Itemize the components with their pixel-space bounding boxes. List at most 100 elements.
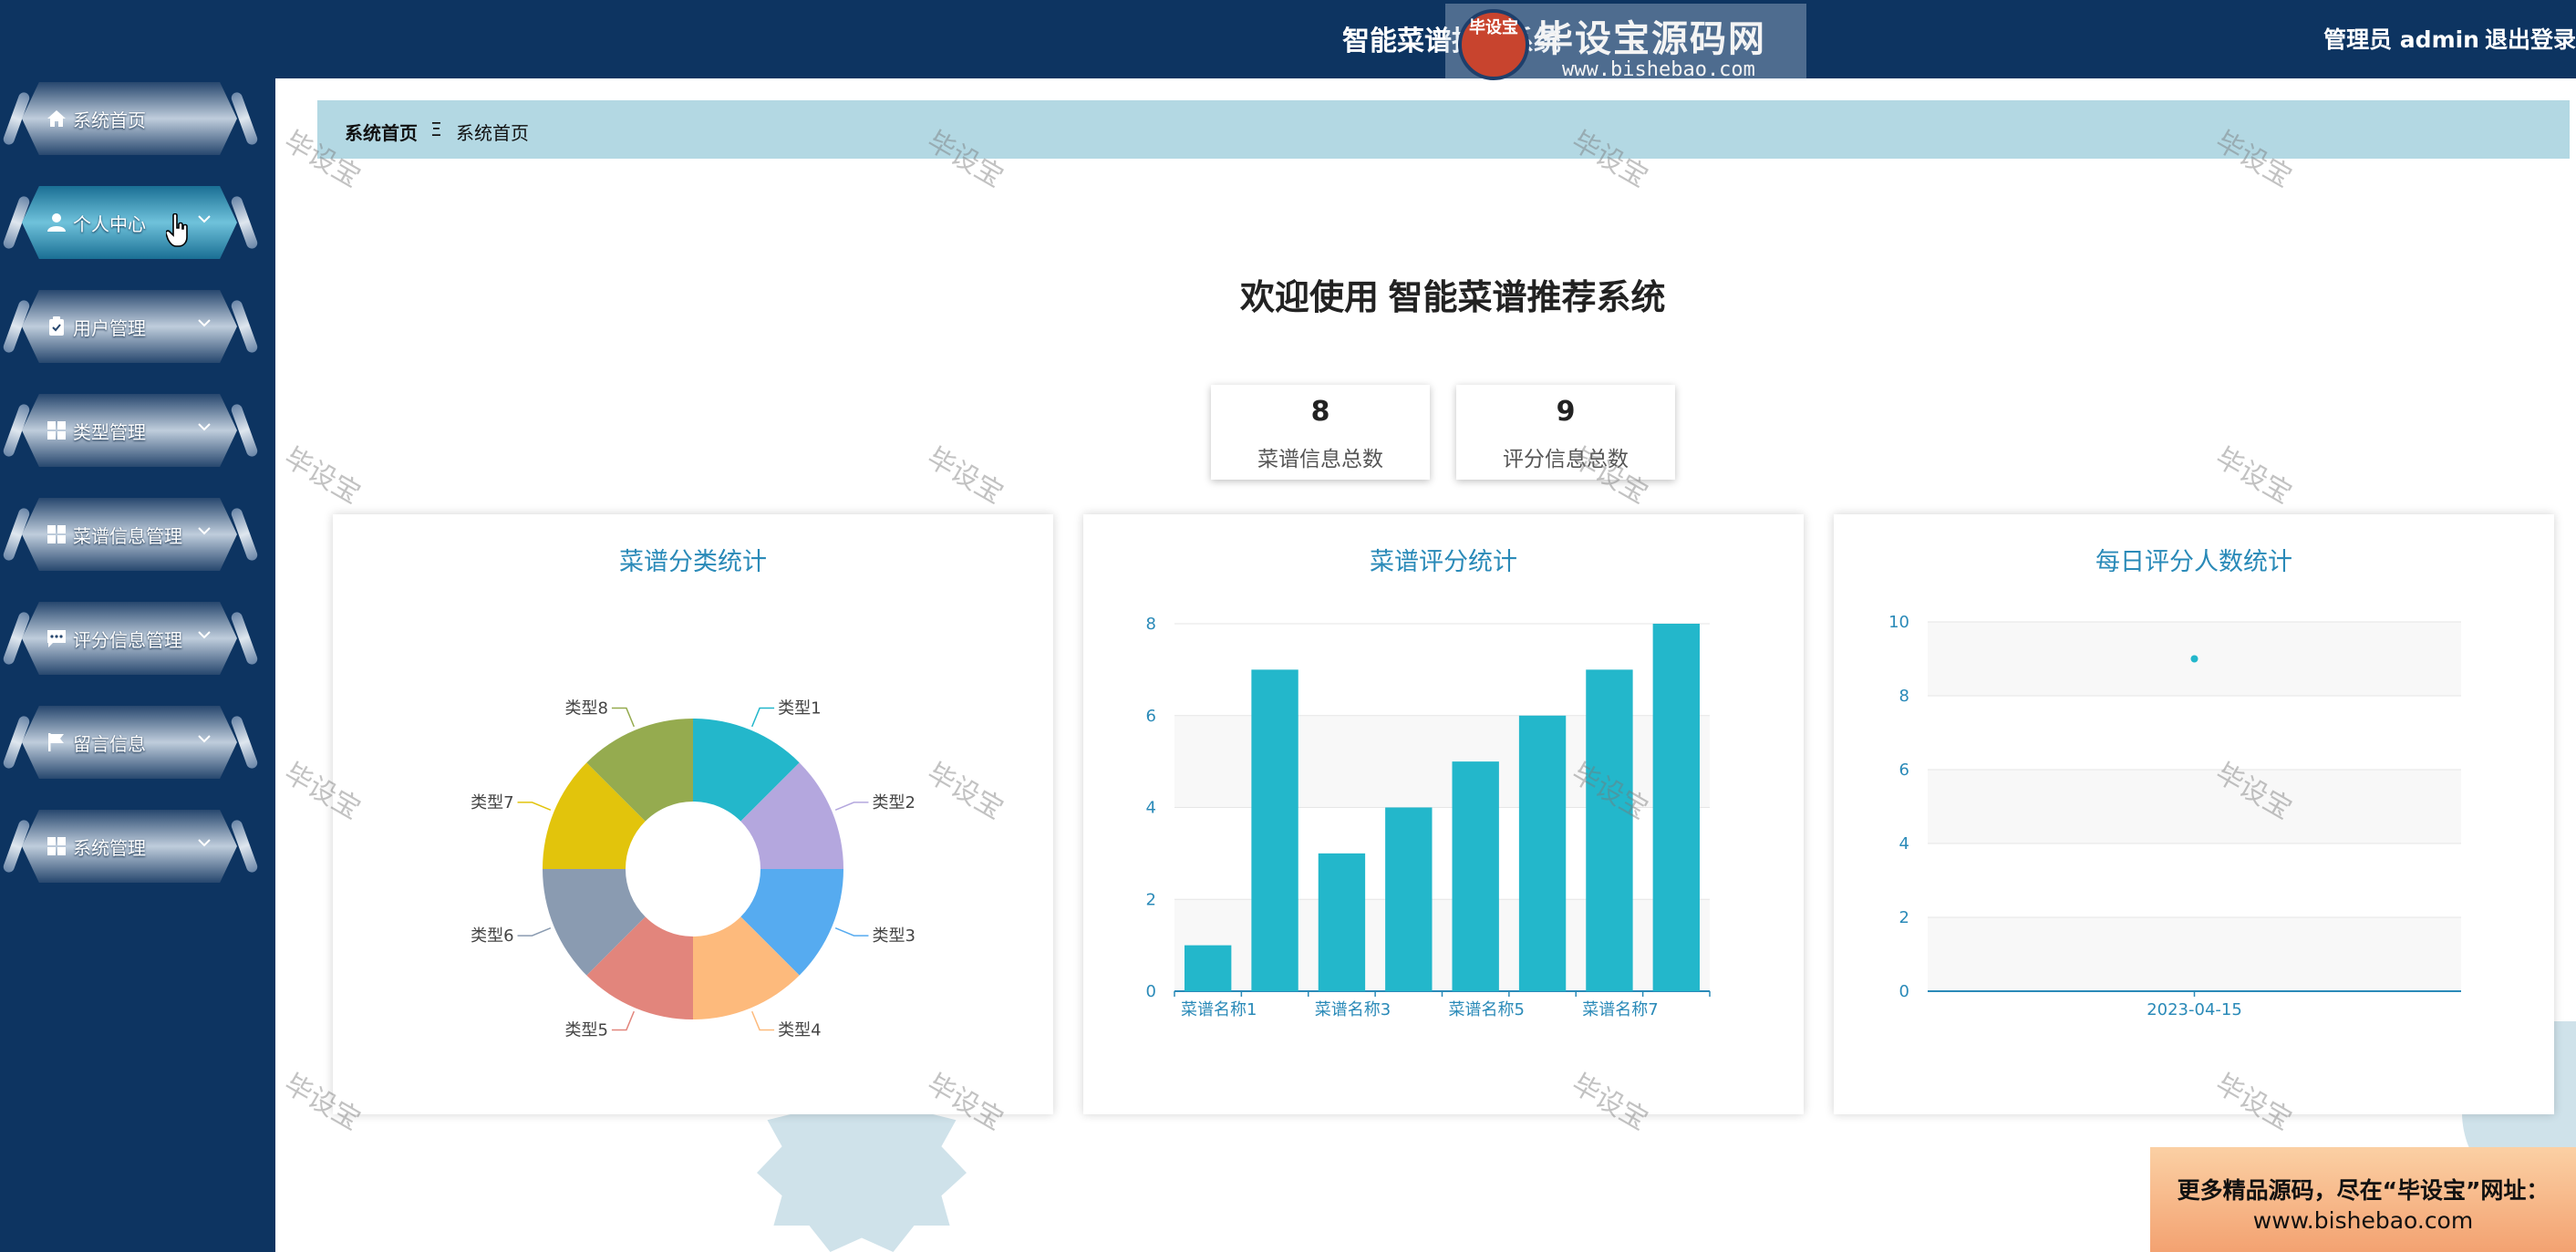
welcome-title: 欢迎使用 智能菜谱推荐系统 [1240, 279, 1666, 317]
pie-label: 类型1 [778, 699, 821, 719]
data-point[interactable] [2190, 655, 2198, 663]
pie-label-line [517, 802, 552, 812]
chat-icon [47, 630, 66, 647]
chart-card-category: 菜谱分类统计 类型1 类型2 类型3 类型4 类型5 类型6 类型7 类型8 [333, 514, 1053, 1114]
chevron-down-icon [198, 527, 211, 535]
daily-chart: 0 2 4 6 8 10 2023-04-15 [1888, 613, 2461, 1019]
pie-label: 类型7 [471, 793, 513, 812]
ad-text: 更多精品源码，尽在“毕设宝”网址： [2177, 1177, 2550, 1204]
stat-label: 评分信息总数 [1503, 448, 1629, 471]
breadcrumb-root[interactable]: 系统首页 [345, 119, 418, 145]
pie-label: 类型6 [471, 926, 513, 946]
sidebar-item-label: 用户管理 [73, 317, 146, 339]
home-icon [47, 110, 66, 127]
logout-link[interactable]: 退出登录 [2485, 26, 2576, 53]
grid-icon [47, 525, 66, 543]
pie-label: 类型5 [564, 1020, 607, 1040]
x-tick-label: 菜谱名称3 [1315, 1000, 1391, 1019]
pie-label: 类型8 [564, 699, 607, 719]
sidebar-item-1[interactable]: 系统首页 [22, 82, 237, 155]
chevron-down-icon [198, 423, 211, 431]
x-tick-label: 2023-04-15 [2147, 1000, 2242, 1019]
x-tick-label: 菜谱名称7 [1582, 1000, 1658, 1019]
bar[interactable] [1185, 945, 1232, 991]
y-tick-label: 10 [1888, 613, 1909, 632]
grid-icon [47, 837, 66, 855]
y-tick-label: 4 [1146, 799, 1156, 818]
breadcrumb: 系统首页 Ξ 系统首页 [317, 100, 2570, 159]
bar[interactable] [1586, 669, 1633, 991]
grid-band [1928, 770, 2461, 843]
sidebar-item-5[interactable]: 菜谱信息管理 [22, 498, 237, 571]
grid-icon [47, 421, 66, 440]
sidebar-item-label: 系统管理 [73, 837, 146, 859]
chevron-down-icon [198, 735, 211, 743]
sidebar-item-label: 留言信息 [73, 733, 146, 755]
pie-label: 类型2 [872, 793, 915, 812]
chevron-down-icon [198, 215, 211, 223]
pie-label-line [611, 707, 636, 728]
pie-label-line [611, 1010, 636, 1031]
sidebar-item-3[interactable]: 用户管理 [22, 290, 237, 363]
stat-card-ratings: 9 评分信息总数 [1456, 385, 1675, 480]
bar[interactable] [1251, 669, 1298, 991]
watermark-text: 毕设宝 [278, 441, 366, 511]
chevron-down-icon [198, 839, 211, 847]
sidebar-item-6[interactable]: 评分信息管理 [22, 602, 237, 675]
y-tick-label: 2 [1899, 908, 1909, 927]
chevron-down-icon [198, 631, 211, 639]
clipboard-icon [49, 316, 64, 336]
y-tick-label: 2 [1146, 890, 1156, 909]
stat-value: 8 [1310, 396, 1330, 428]
y-tick-label: 0 [1899, 982, 1909, 1001]
watermark-text: 毕设宝 [921, 441, 1009, 511]
sidebar-item-4[interactable]: 类型管理 [22, 394, 237, 467]
sidebar-item-2[interactable]: 个人中心 [22, 186, 237, 259]
breadcrumb-current: 系统首页 [456, 122, 529, 144]
logo-url: www.bishebao.com [1562, 58, 1755, 81]
sidebar-item-8[interactable]: 系统管理 [22, 810, 237, 883]
top-bar: 智能菜谱推荐系统 毕设宝 毕设宝源码网 www.bishebao.com 管理员… [275, 0, 2576, 81]
stat-label: 菜谱信息总数 [1257, 448, 1383, 471]
bar[interactable] [1452, 761, 1499, 991]
sidebar-item-label: 个人中心 [73, 213, 146, 235]
chart-card-daily: 每日评分人数统计 0 2 4 6 8 10 2023-04-15 [1834, 514, 2554, 1114]
ad-banner[interactable]: 更多精品源码，尽在“毕设宝”网址： www.bishebao.com [2150, 1147, 2576, 1252]
bar[interactable] [1385, 807, 1433, 992]
chart-card-rating: 菜谱评分统计 0 2 4 6 8 菜谱名称1 菜谱名称3 菜谱名称5 菜谱名称7 [1083, 514, 1804, 1114]
pie-label: 类型4 [778, 1020, 821, 1040]
bar[interactable] [1318, 853, 1366, 991]
grid-band [1928, 917, 2461, 991]
pie-label-line [834, 926, 869, 936]
chevron-down-icon [198, 319, 211, 327]
pie-label-line [750, 707, 775, 728]
logo-watermark: 毕设宝 毕设宝源码网 www.bishebao.com [1445, 4, 1806, 81]
y-tick-label: 6 [1899, 761, 1909, 780]
sidebar-item-7[interactable]: 留言信息 [22, 706, 237, 779]
x-tick-label: 菜谱名称5 [1448, 1000, 1524, 1019]
y-tick-label: 6 [1146, 707, 1156, 726]
pie-chart: 类型1 类型2 类型3 类型4 类型5 类型6 类型7 类型8 [471, 699, 916, 1040]
breadcrumb-separator: Ξ [430, 119, 442, 140]
pie-label-line [517, 926, 552, 936]
bar[interactable] [1518, 715, 1567, 991]
hand-cursor-icon [166, 213, 188, 247]
logo-badge-text: 毕设宝 [1469, 18, 1518, 37]
sidebar: 系统首页个人中心用户管理类型管理菜谱信息管理 评分信息管理 留言信息系统管理 [0, 0, 275, 1252]
logo-name: 毕设宝源码网 [1536, 18, 1766, 60]
pie-label: 类型3 [872, 926, 915, 946]
stat-card-recipes: 8 菜谱信息总数 [1211, 385, 1430, 480]
user-icon [47, 213, 66, 232]
sidebar-item-label: 评分信息管理 [73, 629, 182, 651]
sidebar-item-label: 类型管理 [73, 421, 146, 443]
ad-url: www.bishebao.com [2252, 1207, 2474, 1234]
sidebar-item-label: 菜谱信息管理 [73, 525, 182, 547]
user-area: 管理员 admin 退出登录 [2318, 22, 2576, 55]
bar[interactable] [1652, 624, 1700, 991]
y-tick-label: 8 [1899, 687, 1909, 706]
watermark-text: 毕设宝 [2209, 441, 2297, 511]
y-tick-label: 0 [1146, 982, 1156, 1001]
bar-chart: 0 2 4 6 8 菜谱名称1 菜谱名称3 菜谱名称5 菜谱名称7 [1146, 615, 1711, 1019]
sidebar-item-label: 系统首页 [73, 109, 146, 131]
x-tick-label: 菜谱名称1 [1181, 1000, 1257, 1019]
